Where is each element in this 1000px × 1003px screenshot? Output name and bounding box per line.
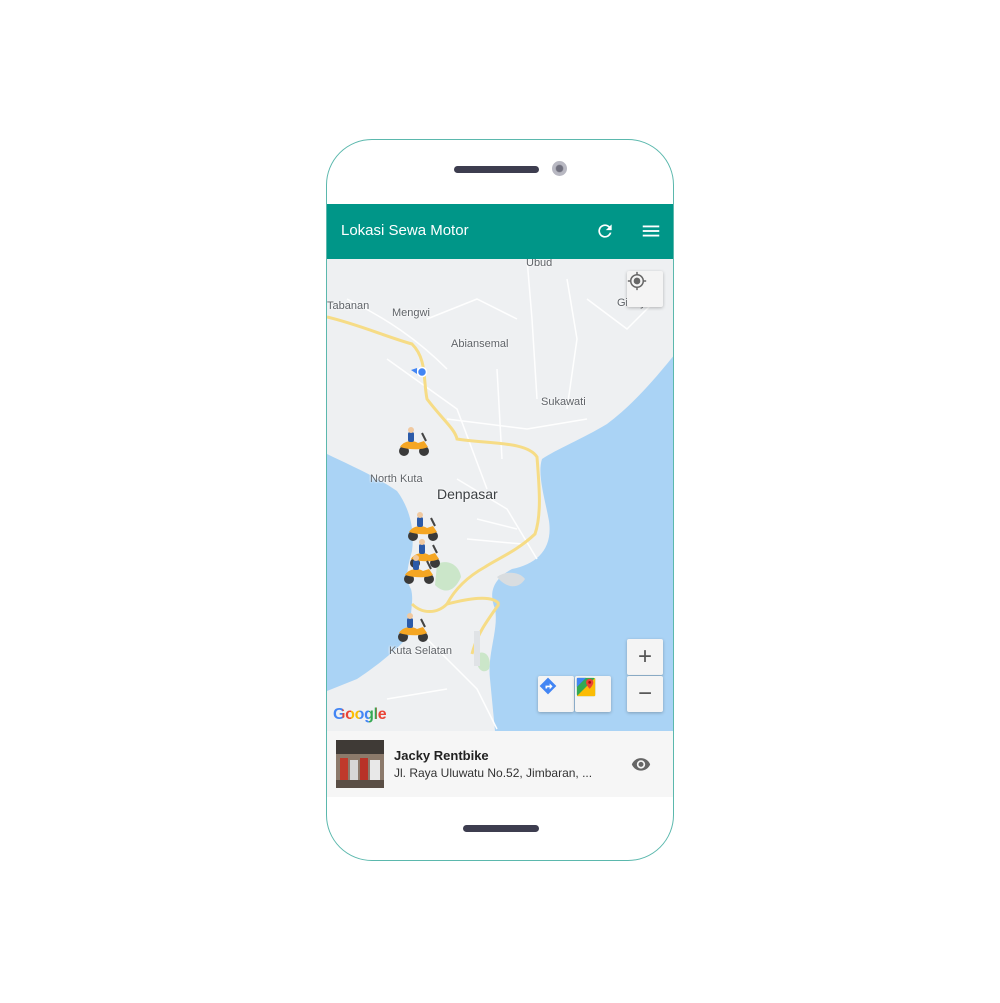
zoom-in-button[interactable]: + — [627, 639, 663, 675]
google-logo-text: Google — [333, 706, 387, 723]
map-label-ubud: Ubud — [526, 259, 553, 269]
rental-address: Jl. Raya Uluwatu No.52, Jimbaran, ... — [394, 766, 593, 780]
rental-photo — [336, 740, 384, 788]
rental-info-card[interactable]: Jacky Rentbike Jl. Raya Uluwatu No.52, J… — [327, 731, 673, 797]
google-maps-icon — [576, 677, 596, 697]
zoom-in-label: + — [637, 643, 652, 670]
phone-camera — [552, 161, 567, 176]
app-bar: Lokasi Sewa Motor — [327, 204, 673, 259]
directions-icon — [539, 677, 557, 695]
map-label-sukawati: Sukawati — [541, 396, 586, 408]
scooter-icon — [404, 555, 434, 584]
phone-frame: Lokasi Sewa Motor Ubud Tabanan Mengwi Ab… — [326, 139, 674, 861]
zoom-out-label: − — [637, 680, 652, 707]
rental-marker[interactable] — [405, 512, 441, 542]
map-label-denpasar: Denpasar — [437, 486, 498, 502]
google-attribution[interactable]: Google — [333, 706, 387, 724]
phone-speaker — [454, 166, 539, 173]
map-canvas — [327, 259, 673, 731]
rental-marker[interactable] — [401, 555, 437, 585]
my-location-button[interactable] — [627, 271, 663, 307]
scooter-icon — [408, 512, 438, 541]
scooter-icon — [398, 613, 428, 642]
rental-name: Jacky Rentbike — [394, 748, 489, 763]
map-view[interactable]: Ubud Tabanan Mengwi Gianyar Abiansemal S… — [327, 259, 673, 731]
refresh-icon — [598, 224, 612, 238]
my-location-icon — [627, 271, 647, 291]
directions-button[interactable] — [538, 676, 574, 712]
app-title: Lokasi Sewa Motor — [341, 222, 469, 239]
view-detail-button[interactable] — [627, 750, 655, 778]
map-label-mengwi: Mengwi — [392, 307, 430, 319]
open-google-maps-button[interactable] — [575, 676, 611, 712]
home-indicator — [463, 825, 539, 832]
map-label-north-kuta: North Kuta — [370, 473, 423, 485]
refresh-button[interactable] — [591, 217, 619, 245]
scooter-icon — [399, 427, 429, 456]
rental-marker[interactable] — [396, 427, 432, 457]
zoom-out-button[interactable]: − — [627, 676, 663, 712]
rental-marker[interactable] — [395, 613, 431, 643]
map-label-abiansemal: Abiansemal — [451, 338, 509, 350]
menu-button[interactable] — [637, 217, 665, 245]
map-label-kuta-selatan: Kuta Selatan — [389, 645, 452, 657]
rental-thumbnail — [336, 740, 384, 788]
eye-icon — [631, 758, 651, 771]
map-label-tabanan: Tabanan — [327, 300, 370, 312]
menu-icon — [642, 225, 660, 237]
